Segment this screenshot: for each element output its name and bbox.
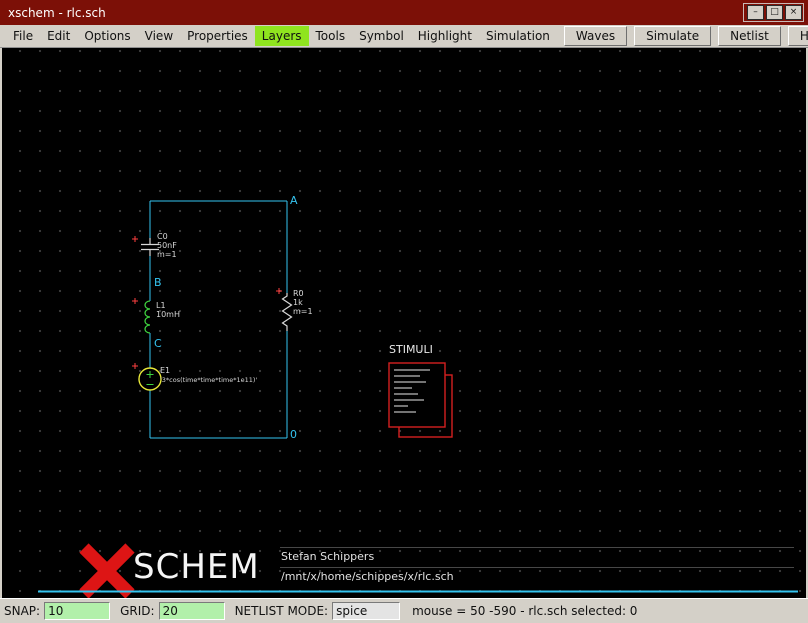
minimize-button[interactable]: – <box>747 5 764 20</box>
e1-value-label[interactable]: '3*cos(time*time*time*1e11)' <box>160 377 257 384</box>
stimuli-label[interactable]: STIMULI <box>389 344 433 355</box>
window-title: xschem - rlc.sch <box>4 6 106 20</box>
author-text[interactable]: Stefan Schippers <box>281 550 374 563</box>
source-polarity-icon <box>147 371 154 385</box>
menu-layers[interactable]: Layers <box>255 26 309 46</box>
menubar: File Edit Options View Properties Layers… <box>0 25 808 48</box>
netlist-button[interactable]: Netlist <box>718 26 781 46</box>
r0-value-label[interactable]: 1k <box>293 299 303 307</box>
menu-properties[interactable]: Properties <box>180 26 255 46</box>
grid-input[interactable] <box>159 602 225 620</box>
net-label-a[interactable]: A <box>290 195 298 206</box>
netlist-mode-label: NETLIST MODE: <box>235 604 329 618</box>
wires[interactable] <box>150 201 287 438</box>
r0-mult-label[interactable]: m=1 <box>293 308 313 316</box>
net-label-gnd[interactable]: 0 <box>290 429 297 440</box>
voltage-source-symbol[interactable] <box>139 368 161 390</box>
menu-options[interactable]: Options <box>77 26 137 46</box>
close-button[interactable]: × <box>785 5 802 20</box>
xschem-window: xschem - rlc.sch – □ × File Edit Options… <box>0 0 808 623</box>
simulate-button[interactable]: Simulate <box>634 26 711 46</box>
schematic-canvas[interactable]: A B C 0 C0 50nF m=1 L1 10mH E1 '3*cos(ti… <box>2 48 806 598</box>
net-label-c[interactable]: C <box>154 338 162 349</box>
schematic-path-text[interactable]: /mnt/x/home/schippes/x/rlc.sch <box>281 570 454 583</box>
maximize-icon: □ <box>770 8 779 17</box>
l1-ref-label[interactable]: L1 <box>156 302 166 310</box>
menu-file[interactable]: File <box>6 26 40 46</box>
stimuli-icon[interactable] <box>389 363 452 437</box>
menu-simulation[interactable]: Simulation <box>479 26 557 46</box>
menu-edit[interactable]: Edit <box>40 26 77 46</box>
net-label-b[interactable]: B <box>154 277 162 288</box>
statusbar: SNAP: GRID: NETLIST MODE: mouse = 50 -59… <box>0 598 808 623</box>
titlebar[interactable]: xschem - rlc.sch – □ × <box>0 0 808 25</box>
c0-mult-label[interactable]: m=1 <box>157 251 177 259</box>
r0-ref-label[interactable]: R0 <box>293 290 304 298</box>
mouse-status-text: mouse = 50 -590 - rlc.sch selected: 0 <box>412 604 637 618</box>
waves-button[interactable]: Waves <box>564 26 627 46</box>
maximize-button[interactable]: □ <box>766 5 783 20</box>
grid-label: GRID: <box>120 604 154 618</box>
c0-value-label[interactable]: 50nF <box>157 242 177 250</box>
window-controls: – □ × <box>743 3 804 22</box>
inductor-symbol[interactable] <box>145 301 150 333</box>
menu-view[interactable]: View <box>138 26 180 46</box>
xschem-logo-text[interactable]: SCHEM <box>133 550 260 584</box>
l1-value-label[interactable]: 10mH <box>156 311 180 319</box>
menu-tools[interactable]: Tools <box>309 26 353 46</box>
menu-symbol[interactable]: Symbol <box>352 26 411 46</box>
snap-label: SNAP: <box>4 604 40 618</box>
netlist-mode-input[interactable] <box>332 602 400 620</box>
c0-ref-label[interactable]: C0 <box>157 233 168 241</box>
snap-input[interactable] <box>44 602 110 620</box>
help-button[interactable]: Help <box>788 26 808 46</box>
menu-highlight[interactable]: Highlight <box>411 26 479 46</box>
e1-ref-label[interactable]: E1 <box>160 367 170 375</box>
resistor-symbol[interactable] <box>283 293 292 331</box>
close-icon: × <box>790 8 798 17</box>
minimize-icon: – <box>753 8 758 17</box>
xschem-logo-x-icon[interactable] <box>84 548 130 594</box>
